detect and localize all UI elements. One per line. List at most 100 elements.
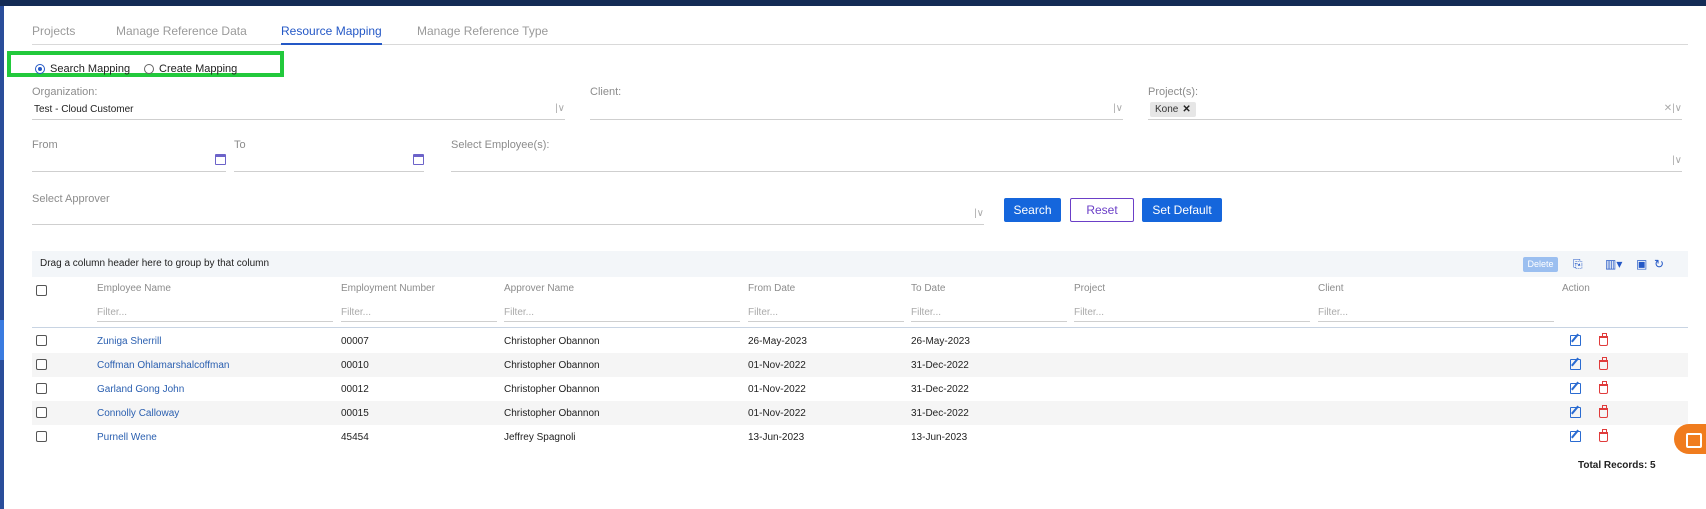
- refresh-icon[interactable]: ↻: [1654, 257, 1664, 271]
- table-row[interactable]: Coffman Ohlamarshalcoffman 00010 Christo…: [32, 353, 1688, 377]
- approver-name-cell: Jeffrey Spagnoli: [504, 432, 576, 443]
- project-chip: Kone ✕: [1150, 102, 1196, 117]
- save-icon[interactable]: ▣: [1636, 257, 1647, 271]
- set-default-button[interactable]: Set Default: [1142, 198, 1222, 222]
- select-all-checkbox[interactable]: [36, 285, 47, 296]
- filter-to-date[interactable]: Filter...: [911, 305, 1067, 322]
- column-chooser-icon[interactable]: ▥▾: [1605, 257, 1622, 271]
- tab-projects[interactable]: Projects: [32, 22, 75, 45]
- organization-label: Organization:: [32, 86, 98, 98]
- excel-export-icon[interactable]: ⎘: [1573, 257, 1583, 271]
- help-chat-icon[interactable]: [1674, 424, 1706, 454]
- search-button[interactable]: Search: [1004, 198, 1061, 222]
- row-checkbox[interactable]: [36, 335, 47, 346]
- employee-name-link[interactable]: Purnell Wene: [97, 432, 157, 443]
- row-checkbox[interactable]: [36, 407, 47, 418]
- organization-select[interactable]: Test - Cloud Customer |∨: [32, 100, 565, 120]
- from-date-cell: 01-Nov-2022: [748, 360, 806, 371]
- edit-icon[interactable]: [1570, 431, 1581, 442]
- column-header-action: Action: [1562, 283, 1590, 294]
- trash-icon[interactable]: [1599, 405, 1608, 418]
- group-by-hint: Drag a column header here to group by th…: [40, 258, 270, 269]
- employee-name-link[interactable]: Coffman Ohlamarshalcoffman: [97, 360, 229, 371]
- from-date-cell: 01-Nov-2022: [748, 408, 806, 419]
- employment-number-cell: 00010: [341, 360, 369, 371]
- select-approver-label: Select Approver: [32, 193, 110, 205]
- trash-icon[interactable]: [1599, 381, 1608, 394]
- table-row[interactable]: Garland Gong John 00012 Christopher Oban…: [32, 377, 1688, 401]
- approver-name-cell: Christopher Obannon: [504, 408, 600, 419]
- filter-employment-number[interactable]: Filter...: [341, 305, 497, 322]
- header-divider: [32, 327, 1688, 328]
- radio-unselected-icon: [144, 64, 154, 74]
- column-header-employment-number[interactable]: Employment Number: [341, 283, 435, 294]
- to-date-input[interactable]: [234, 152, 424, 172]
- approver-name-cell: Christopher Obannon: [504, 384, 600, 395]
- chevron-down-icon[interactable]: |∨: [974, 208, 984, 219]
- column-header-client[interactable]: Client: [1318, 283, 1344, 294]
- filter-approver-name[interactable]: Filter...: [504, 305, 740, 322]
- chevron-down-icon[interactable]: |∨: [1113, 103, 1123, 114]
- filter-client[interactable]: Filter...: [1318, 305, 1554, 322]
- edit-icon[interactable]: [1570, 383, 1581, 394]
- table-row[interactable]: Connolly Calloway 00015 Christopher Oban…: [32, 401, 1688, 425]
- column-header-employee-name[interactable]: Employee Name: [97, 283, 171, 294]
- reset-button[interactable]: Reset: [1070, 198, 1134, 222]
- edit-icon[interactable]: [1570, 359, 1581, 370]
- table-row[interactable]: Zuniga Sherrill 00007 Christopher Obanno…: [32, 329, 1688, 353]
- edit-icon[interactable]: [1570, 407, 1581, 418]
- tab-manage-reference-data[interactable]: Manage Reference Data: [116, 22, 247, 45]
- create-mapping-label: Create Mapping: [159, 63, 238, 75]
- total-records: Total Records: 5: [1578, 460, 1656, 471]
- calendar-icon[interactable]: [413, 154, 424, 165]
- approver-select[interactable]: |∨: [32, 205, 984, 225]
- select-employees-label: Select Employee(s):: [451, 139, 550, 151]
- row-checkbox[interactable]: [36, 359, 47, 370]
- to-label: To: [234, 139, 246, 151]
- employment-number-cell: 00012: [341, 384, 369, 395]
- to-date-cell: 26-May-2023: [911, 336, 970, 347]
- employee-name-link[interactable]: Connolly Calloway: [97, 408, 179, 419]
- from-date-cell: 26-May-2023: [748, 336, 807, 347]
- projects-multiselect[interactable]: Kone ✕ ✕|∨: [1148, 100, 1682, 120]
- filter-from-date[interactable]: Filter...: [748, 305, 904, 322]
- employee-name-link[interactable]: Zuniga Sherrill: [97, 336, 161, 347]
- trash-icon[interactable]: [1599, 429, 1608, 442]
- from-date-input[interactable]: [32, 152, 226, 172]
- employee-name-link[interactable]: Garland Gong John: [97, 384, 184, 395]
- table-row[interactable]: Purnell Wene 45454 Jeffrey Spagnoli 13-J…: [32, 425, 1688, 449]
- approver-name-cell: Christopher Obannon: [504, 336, 600, 347]
- column-header-project[interactable]: Project: [1074, 283, 1105, 294]
- column-header-approver-name[interactable]: Approver Name: [504, 283, 574, 294]
- column-header-from-date[interactable]: From Date: [748, 283, 795, 294]
- tab-resource-mapping[interactable]: Resource Mapping: [281, 22, 382, 45]
- radio-selected-icon: [35, 64, 45, 74]
- employment-number-cell: 45454: [341, 432, 369, 443]
- row-checkbox[interactable]: [36, 431, 47, 442]
- chevron-down-icon[interactable]: |∨: [1672, 155, 1682, 166]
- trash-icon[interactable]: [1599, 357, 1608, 370]
- projects-label: Project(s):: [1148, 86, 1199, 98]
- edit-icon[interactable]: [1570, 335, 1581, 346]
- tab-manage-reference-type[interactable]: Manage Reference Type: [417, 22, 548, 45]
- tab-bar: Projects Manage Reference Data Resource …: [32, 22, 1688, 45]
- to-date-cell: 31-Dec-2022: [911, 360, 969, 371]
- mapping-mode-group: Search Mapping Create Mapping: [7, 51, 284, 77]
- remove-chip-icon[interactable]: ✕: [1182, 104, 1190, 115]
- filter-project[interactable]: Filter...: [1074, 305, 1310, 322]
- trash-icon[interactable]: [1599, 333, 1608, 346]
- client-select[interactable]: |∨: [590, 100, 1123, 120]
- create-mapping-radio[interactable]: Create Mapping: [144, 63, 237, 75]
- search-mapping-radio[interactable]: Search Mapping: [35, 63, 130, 75]
- chevron-down-icon[interactable]: |∨: [555, 103, 565, 114]
- left-edge-accent: [0, 320, 4, 360]
- employment-number-cell: 00007: [341, 336, 369, 347]
- clear-and-chevron-icon[interactable]: ✕|∨: [1664, 103, 1682, 114]
- column-header-to-date[interactable]: To Date: [911, 283, 945, 294]
- employees-multiselect[interactable]: |∨: [451, 152, 1682, 172]
- calendar-icon[interactable]: [215, 154, 226, 165]
- filter-employee-name[interactable]: Filter...: [97, 305, 333, 322]
- project-chip-label: Kone: [1155, 104, 1179, 115]
- row-checkbox[interactable]: [36, 383, 47, 394]
- delete-button[interactable]: Delete: [1523, 257, 1558, 272]
